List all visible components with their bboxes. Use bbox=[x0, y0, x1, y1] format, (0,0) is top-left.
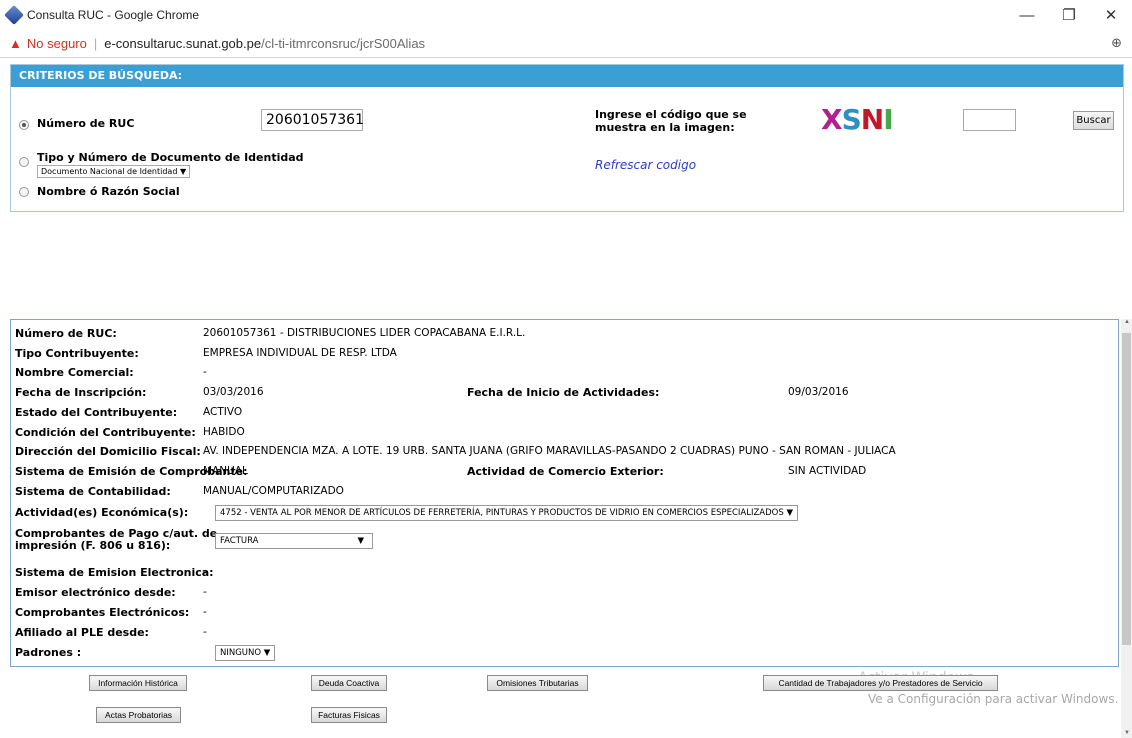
captcha-image: XSNI bbox=[821, 103, 894, 136]
result-panel: Número de RUC: 20601057361 - DISTRIBUCIO… bbox=[10, 319, 1119, 667]
scroll-up-icon[interactable]: ▲ bbox=[1124, 319, 1130, 325]
emisor-desde-label: Emisor electrónico desde: bbox=[15, 586, 176, 599]
probative-records-button[interactable]: Actas Probatorias bbox=[96, 707, 181, 723]
contabilidad-value: MANUAL/COMPUTARIZADO bbox=[203, 485, 344, 497]
captcha-label: Ingrese el código que se muestra en la i… bbox=[595, 108, 747, 134]
name-label: Nombre ó Razón Social bbox=[37, 185, 180, 198]
captcha-letter: S bbox=[841, 103, 862, 136]
chevron-down-icon: ▼ bbox=[357, 536, 364, 546]
ple-label: Afiliado al PLE desde: bbox=[15, 626, 149, 639]
physical-invoices-button[interactable]: Facturas Fisicas bbox=[311, 707, 387, 723]
ruc-input[interactable]: 20601057361 bbox=[261, 109, 364, 131]
windows-activation-message: Ve a Configuración para activar Windows. bbox=[868, 692, 1119, 706]
row-ple: Afiliado al PLE desde: - bbox=[15, 624, 1115, 642]
radio-name[interactable] bbox=[19, 187, 29, 197]
scroll-down-icon[interactable]: ▼ bbox=[1124, 730, 1130, 736]
fecha-inscripcion-label: Fecha de Inscripción: bbox=[15, 386, 147, 399]
comprobantes-select[interactable]: FACTURA ▼ bbox=[215, 533, 373, 549]
captcha-letter: I bbox=[883, 103, 893, 136]
comercio-exterior-label: Actividad de Comercio Exterior: bbox=[467, 465, 664, 478]
restore-button[interactable]: ❐ bbox=[1048, 0, 1090, 30]
document-type-select[interactable]: Documento Nacional de Identidad ▼ bbox=[37, 165, 191, 178]
close-button[interactable]: ✕ bbox=[1090, 0, 1132, 30]
row-condicion: Condición del Contribuyente: HABIDO bbox=[15, 424, 1115, 442]
estado-label: Estado del Contribuyente: bbox=[15, 406, 178, 419]
row-comprobantes-electronicos: Comprobantes Electrónicos: - bbox=[15, 604, 1115, 622]
row-comprobantes: Comprobantes de Pago c/aut. de impresión… bbox=[15, 528, 1115, 558]
nombre-comercial-label: Nombre Comercial: bbox=[15, 366, 134, 379]
captcha-letter: X bbox=[821, 103, 843, 136]
row-domicilio: Dirección del Domicilio Fiscal: AV. INDE… bbox=[15, 443, 1115, 461]
row-emision-electronica: Sistema de Emision Electronica: - bbox=[15, 564, 1115, 582]
window-title: Consulta RUC - Google Chrome bbox=[27, 8, 200, 22]
nombre-comercial-value: - bbox=[203, 366, 207, 378]
domicilio-label: Dirección del Domicilio Fiscal: bbox=[15, 445, 201, 458]
ruc-label: Número de RUC bbox=[37, 117, 135, 130]
warning-icon[interactable]: ▲ bbox=[9, 36, 22, 51]
zoom-icon[interactable]: ⊕ bbox=[1111, 35, 1122, 51]
comprobantes-electronicos-value: - bbox=[203, 606, 207, 618]
row-contabilidad: Sistema de Contabilidad: MANUAL/COMPUTAR… bbox=[15, 483, 1115, 501]
url-path[interactable]: /cl-ti-itmrconsruc/jcrS00Alias bbox=[261, 36, 425, 51]
tax-omissions-button[interactable]: Omisiones Tributarias bbox=[487, 675, 588, 691]
address-separator: | bbox=[93, 36, 98, 51]
emisor-desde-value: - bbox=[203, 586, 207, 598]
emision-electronica-label: Sistema de Emision Electronica: bbox=[15, 566, 214, 579]
radio-document[interactable] bbox=[19, 157, 29, 167]
condicion-value: HABIDO bbox=[203, 426, 245, 438]
actividad-select[interactable]: 4752 - VENTA AL POR MENOR DE ARTÍCULOS D… bbox=[215, 505, 798, 521]
row-estado: Estado del Contribuyente: ACTIVO bbox=[15, 404, 1115, 422]
ruc-result-value: 20601057361 - DISTRIBUCIONES LIDER COPAC… bbox=[203, 327, 526, 339]
captcha-input[interactable] bbox=[963, 109, 1016, 131]
row-emisor-desde: Emisor electrónico desde: - bbox=[15, 584, 1115, 602]
estado-value: ACTIVO bbox=[203, 406, 243, 418]
historical-info-button[interactable]: Información Histórica bbox=[89, 675, 187, 691]
url-host[interactable]: e-consultaruc.sunat.gob.pe bbox=[104, 36, 261, 51]
row-actividad: Actividad(es) Económica(s): 4752 - VENTA… bbox=[15, 504, 1115, 522]
row-tipo: Tipo Contribuyente: EMPRESA INDIVIDUAL D… bbox=[15, 345, 1115, 363]
row-ruc: Número de RUC: 20601057361 - DISTRIBUCIO… bbox=[15, 325, 1115, 343]
tipo-label: Tipo Contribuyente: bbox=[15, 347, 139, 360]
comercio-exterior-value: SIN ACTIVIDAD bbox=[788, 465, 867, 477]
fecha-inicio-value: 09/03/2016 bbox=[788, 386, 849, 398]
row-fechas: Fecha de Inscripción: 03/03/2016 Fecha d… bbox=[15, 384, 1115, 402]
not-secure-label[interactable]: No seguro bbox=[27, 36, 87, 51]
padrones-label: Padrones : bbox=[15, 646, 82, 659]
row-nombre-comercial: Nombre Comercial: - bbox=[15, 364, 1115, 382]
domicilio-value: AV. INDEPENDENCIA MZA. A LOTE. 19 URB. S… bbox=[203, 445, 896, 457]
address-bar[interactable]: ▲ No seguro | e-consultaruc.sunat.gob.pe… bbox=[0, 30, 1132, 58]
padrones-select[interactable]: NINGUNO ▼ bbox=[215, 645, 276, 661]
condicion-label: Condición del Contribuyente: bbox=[15, 426, 196, 439]
page-scrollbar[interactable]: ▲ ▼ bbox=[1121, 319, 1132, 738]
radio-ruc[interactable] bbox=[19, 120, 29, 130]
window-title-bar: Consulta RUC - Google Chrome — ❐ ✕ bbox=[0, 0, 1132, 30]
ruc-result-label: Número de RUC: bbox=[15, 327, 117, 340]
scroll-thumb[interactable] bbox=[1122, 333, 1131, 645]
window-controls: — ❐ ✕ bbox=[1006, 0, 1132, 30]
row-padrones: Padrones : NINGUNO ▼ bbox=[15, 644, 1115, 662]
chrome-app-icon bbox=[4, 5, 24, 25]
search-button[interactable]: Buscar bbox=[1073, 111, 1114, 130]
row-emision: Sistema de Emisión de Comprobante: MANUA… bbox=[15, 463, 1115, 481]
refresh-code-link[interactable]: Refrescar codigo bbox=[595, 158, 696, 172]
coercive-debt-button[interactable]: Deuda Coactiva bbox=[311, 675, 387, 691]
comprobantes-label-line2: impresión (F. 806 u 816): bbox=[15, 539, 171, 552]
comprobantes-label: Comprobantes de Pago c/aut. de impresión… bbox=[15, 528, 217, 552]
actividad-label: Actividad(es) Económica(s): bbox=[15, 506, 189, 519]
contabilidad-label: Sistema de Contabilidad: bbox=[15, 485, 171, 498]
document-label: Tipo y Número de Documento de Identidad bbox=[37, 151, 304, 164]
minimize-button[interactable]: — bbox=[1006, 0, 1048, 30]
search-criteria-panel: CRITERIOS DE BÚSQUEDA: Número de RUC 206… bbox=[10, 64, 1124, 212]
fecha-inicio-label: Fecha de Inicio de Actividades: bbox=[467, 386, 660, 399]
comprobantes-electronicos-label: Comprobantes Electrónicos: bbox=[15, 606, 190, 619]
tipo-value: EMPRESA INDIVIDUAL DE RESP. LTDA bbox=[203, 347, 397, 359]
criteria-header: CRITERIOS DE BÚSQUEDA: bbox=[11, 65, 1123, 87]
captcha-letter: N bbox=[860, 103, 884, 136]
emision-value: MANUAL bbox=[203, 465, 248, 477]
comprobantes-select-value: FACTURA bbox=[220, 536, 259, 546]
emision-electronica-value: - bbox=[203, 566, 207, 578]
ple-value: - bbox=[203, 626, 207, 638]
workers-count-button[interactable]: Cantidad de Trabajadores y/o Prestadores… bbox=[763, 675, 998, 691]
fecha-inscripcion-value: 03/03/2016 bbox=[203, 386, 264, 398]
